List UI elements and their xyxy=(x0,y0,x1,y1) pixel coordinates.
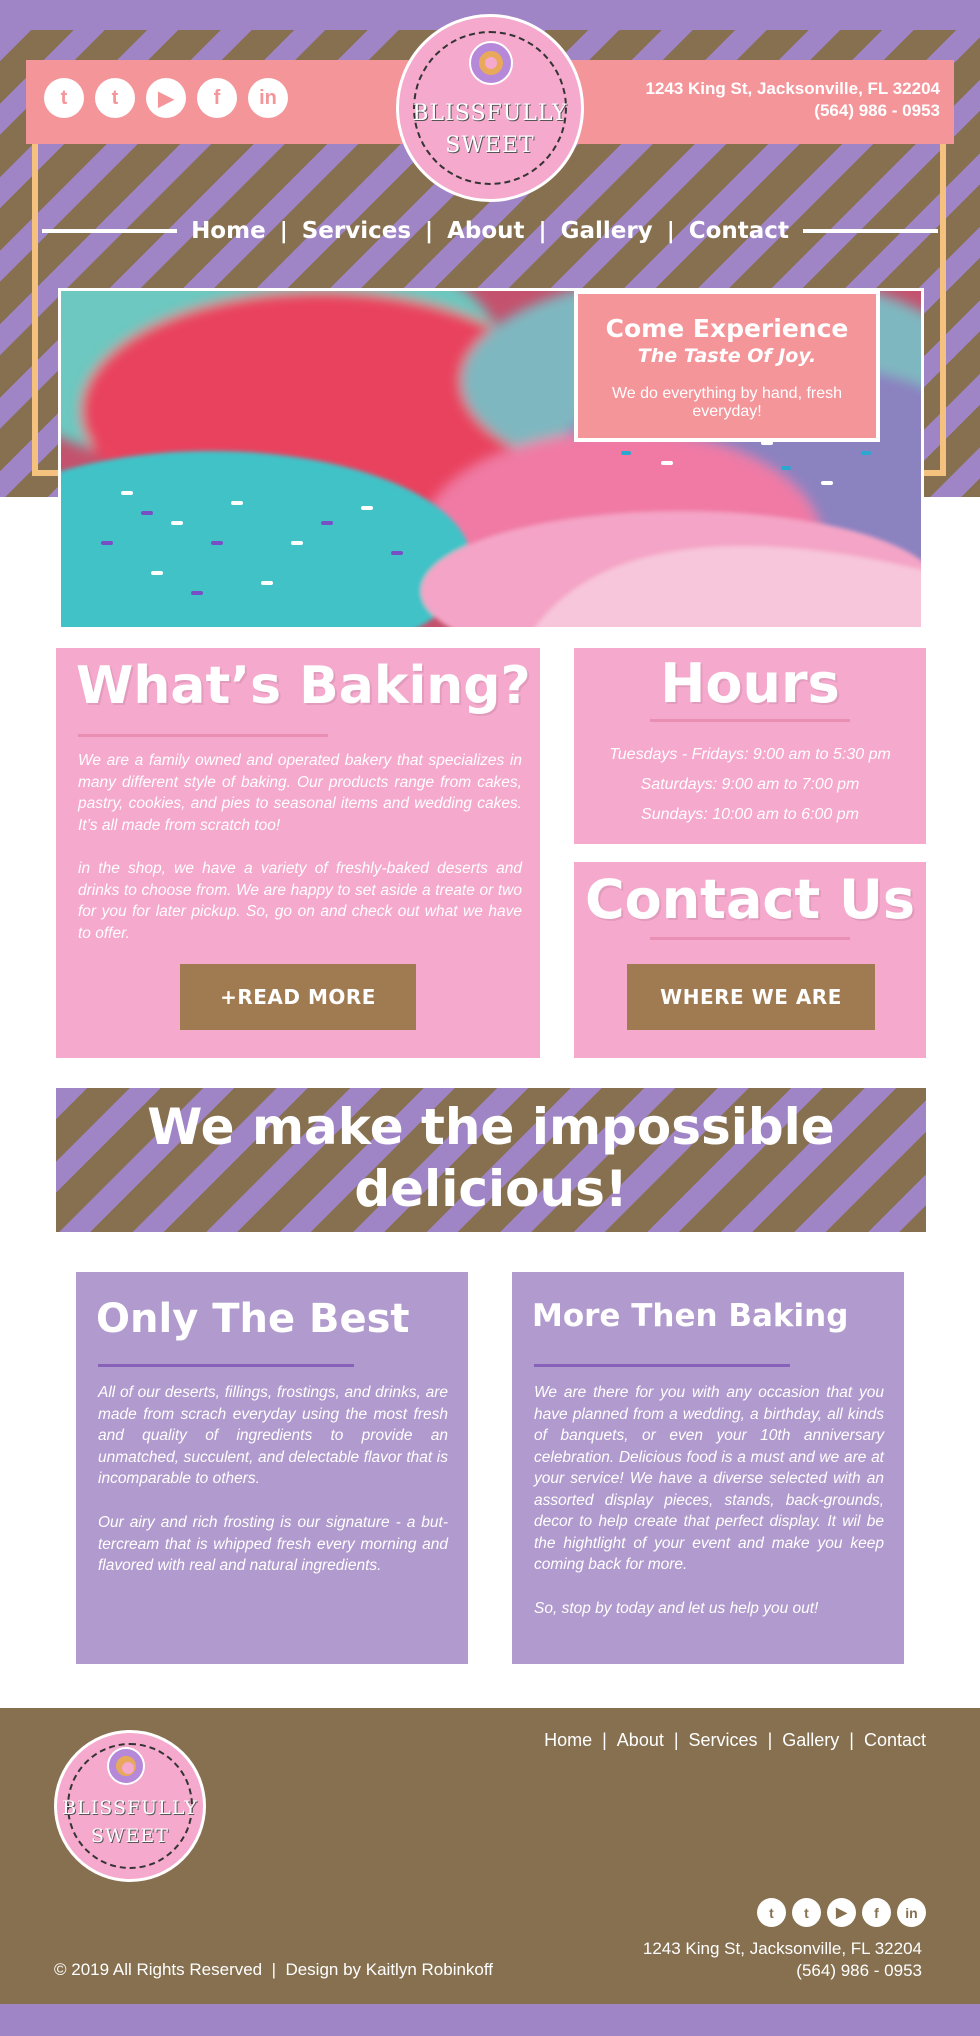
tumblr-icon[interactable]: t xyxy=(95,78,135,118)
slogan-line-1: We make the impossible xyxy=(147,1098,835,1156)
facebook-icon[interactable]: f xyxy=(862,1898,891,1927)
hours-line: Tuesdays - Fridays: 9:00 am to 5:30 pm xyxy=(609,746,891,763)
hero-callout: Come Experience The Taste Of Joy. We do … xyxy=(574,290,880,442)
hours-title: Hours xyxy=(660,652,840,715)
best-paragraph-1: All of our deserts, fillings, frostings,… xyxy=(98,1384,448,1487)
footer-social-links: t t ▶ f in xyxy=(757,1898,926,1927)
more-paragraph-2: So, stop by today and let us help you ou… xyxy=(534,1600,819,1617)
address-line: 1243 King St, Jacksonville, FL 32204 xyxy=(642,1939,922,1958)
nav-separator: | xyxy=(666,218,675,244)
footer-nav-services[interactable]: Services xyxy=(689,1730,758,1751)
youtube-icon[interactable]: ▶ xyxy=(827,1898,856,1927)
baking-rule xyxy=(78,734,328,737)
hero-subtitle: The Taste Of Joy. xyxy=(637,345,817,367)
phone-number: (564) 986 - 0953 xyxy=(814,101,940,120)
footer-nav-contact[interactable]: Contact xyxy=(864,1730,926,1751)
footer-nav-separator: | xyxy=(767,1730,773,1750)
tumblr-icon[interactable]: t xyxy=(792,1898,821,1927)
phone-number: (564) 986 - 0953 xyxy=(796,1961,922,1980)
footer-nav-about[interactable]: About xyxy=(617,1730,664,1751)
baking-paragraph-2: in the shop, we have a variety of freshl… xyxy=(78,860,522,942)
best-rule xyxy=(98,1364,354,1367)
footer-nav-separator: | xyxy=(602,1730,607,1750)
logo-text-1: BLISSFULLY xyxy=(412,101,568,126)
hours-rule xyxy=(650,719,850,722)
address-line: 1243 King St, Jacksonville, FL 32204 xyxy=(645,79,940,98)
logo-text-1: BLISSFULLY xyxy=(62,1797,198,1819)
facebook-icon[interactable]: f xyxy=(197,78,237,118)
footer-strip xyxy=(0,2004,980,2036)
hero-title: Come Experience xyxy=(605,314,849,343)
only-the-best-card: Only The Best All of our deserts, fillin… xyxy=(76,1272,468,1664)
donut-icon xyxy=(471,43,511,83)
nav-separator: | xyxy=(279,218,288,244)
nav-contact[interactable]: Contact xyxy=(689,218,789,244)
hero-tagline: We do everything by hand, fresh everyday… xyxy=(611,385,843,420)
more-title: More Then Baking xyxy=(532,1298,849,1334)
footer-address: 1243 King St, Jacksonville, FL 32204 (56… xyxy=(643,1938,922,1982)
read-more-button[interactable]: +READ MORE xyxy=(180,964,416,1030)
baking-paragraph-1: We are a family owned and operated baker… xyxy=(78,752,522,834)
header-address: 1243 King St, Jacksonville, FL 32204 (56… xyxy=(645,78,940,122)
contact-rule xyxy=(650,937,850,940)
twitter-icon[interactable]: t xyxy=(757,1898,786,1927)
linkedin-icon[interactable]: in xyxy=(248,78,288,118)
copyright: © 2019 All Rights Reserved | Design by K… xyxy=(54,1960,494,1979)
nav-line-left xyxy=(42,229,178,233)
more-paragraph-1: We are there for you with any occasion t… xyxy=(534,1384,884,1573)
hours-card: Hours Tuesdays - Fridays: 9:00 am to 5:3… xyxy=(574,648,926,844)
footer-nav-separator: | xyxy=(849,1730,854,1750)
nav-home[interactable]: Home xyxy=(191,218,266,244)
logo-text-2: SWEET xyxy=(445,133,535,158)
best-title: Only The Best xyxy=(96,1296,410,1342)
footer-logo[interactable]: BLISSFULLY SWEET xyxy=(54,1730,206,1882)
whats-baking-card: What’s Baking? We are a family owned and… xyxy=(56,648,540,1058)
hours-line: Sundays: 10:00 am to 6:00 pm xyxy=(641,806,859,823)
footer-nav-gallery[interactable]: Gallery xyxy=(782,1730,839,1751)
main-nav: Home | Services | About | Gallery | Cont… xyxy=(0,218,980,244)
hours-line: Saturdays: 9:00 am to 7:00 pm xyxy=(640,776,860,793)
social-links: t t ▶ f in xyxy=(44,78,288,118)
contact-title: Contact Us xyxy=(584,868,916,931)
contact-card: Contact Us WHERE WE ARE xyxy=(574,862,926,1058)
logo[interactable]: BLISSFULLY SWEET xyxy=(396,14,584,202)
nav-separator: | xyxy=(425,218,434,244)
where-we-are-button[interactable]: WHERE WE ARE xyxy=(627,964,875,1030)
nav-about[interactable]: About xyxy=(447,218,524,244)
footer-nav: Home | About | Services | Gallery | Cont… xyxy=(544,1730,926,1751)
baking-title: What’s Baking? xyxy=(76,656,531,716)
linkedin-icon[interactable]: in xyxy=(897,1898,926,1927)
nav-services[interactable]: Services xyxy=(302,218,411,244)
slogan-banner: We make the impossible delicious! xyxy=(56,1088,926,1232)
footer-nav-separator: | xyxy=(673,1730,679,1750)
logo-text-2: SWEET xyxy=(91,1825,169,1847)
youtube-icon[interactable]: ▶ xyxy=(146,78,186,118)
nav-gallery[interactable]: Gallery xyxy=(561,218,653,244)
more-rule xyxy=(534,1364,790,1367)
twitter-icon[interactable]: t xyxy=(44,78,84,118)
more-then-baking-card: More Then Baking We are there for you wi… xyxy=(512,1272,904,1664)
nav-line-right xyxy=(802,229,938,233)
slogan-line-2: delicious! xyxy=(354,1160,628,1218)
donut-icon xyxy=(109,1749,143,1783)
footer-nav-home[interactable]: Home xyxy=(544,1730,592,1751)
nav-separator: | xyxy=(538,218,547,244)
best-paragraph-2: Our airy and rich frosting is our signat… xyxy=(98,1514,448,1574)
